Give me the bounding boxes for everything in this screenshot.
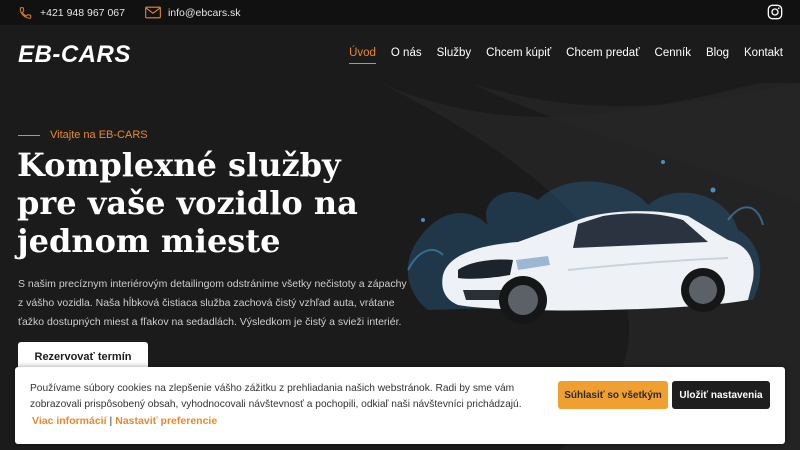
- nav-item-sluzby[interactable]: Služby: [437, 47, 472, 64]
- instagram-icon[interactable]: [767, 4, 783, 20]
- link-separator: |: [109, 415, 113, 427]
- phone-number[interactable]: +421 948 967 067: [40, 7, 125, 19]
- main-nav: Úvod O nás Služby Chcem kúpiť Chcem pred…: [334, 47, 783, 64]
- nav-item-cennik[interactable]: Cenník: [655, 47, 691, 64]
- nav-item-chcem-kupit[interactable]: Chcem kúpiť: [486, 47, 551, 64]
- car-image: [407, 160, 764, 324]
- logo[interactable]: EB-CARS: [18, 41, 131, 69]
- email-contact[interactable]: info@ebcars.sk: [145, 6, 241, 19]
- nav-item-uvod[interactable]: Úvod: [349, 47, 376, 64]
- set-preferences-link[interactable]: Nastaviť preferencie: [115, 415, 217, 427]
- cookie-text: Používame súbory cookies na zlepšenie vá…: [30, 383, 522, 410]
- email-address[interactable]: info@ebcars.sk: [168, 7, 241, 19]
- nav-item-o-nas[interactable]: O nás: [391, 47, 422, 64]
- site-header: EB-CARS Úvod O nás Služby Chcem kúpiť Ch…: [0, 25, 800, 83]
- nav-item-blog[interactable]: Blog: [706, 47, 729, 64]
- hero-kicker: Vitajte na EB-CARS: [18, 129, 148, 141]
- kicker-line: [18, 134, 40, 136]
- envelope-icon: [145, 6, 161, 19]
- kicker-text: Vitajte na EB-CARS: [50, 129, 148, 141]
- cookie-banner: Používame súbory cookies na zlepšenie vá…: [15, 367, 785, 444]
- more-info-link[interactable]: Viac informácií: [32, 415, 107, 427]
- cookie-links: Viac informácií | Nastaviť preferencie: [32, 415, 217, 427]
- accept-all-button[interactable]: Súhlasiť so všetkým: [558, 381, 668, 409]
- nav-item-kontakt[interactable]: Kontakt: [744, 47, 783, 64]
- top-bar: +421 948 967 067 info@ebcars.sk: [0, 0, 800, 25]
- save-settings-button[interactable]: Uložiť nastavenia: [672, 381, 770, 409]
- hero-description: S našim precíznym interiérovým detailing…: [18, 278, 407, 328]
- nav-item-chcem-predat[interactable]: Chcem predať: [566, 47, 639, 64]
- phone-contact[interactable]: +421 948 967 067: [18, 6, 125, 20]
- hero-headline: Komplexné služby pre vaše vozidlo na jed…: [17, 146, 358, 260]
- phone-icon: [19, 6, 32, 19]
